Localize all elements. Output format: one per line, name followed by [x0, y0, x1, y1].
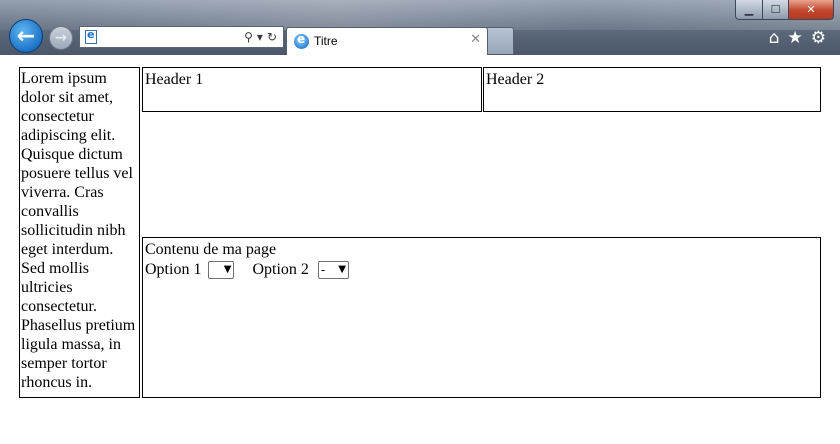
option-1-label: Option 1 [145, 261, 202, 278]
address-bar[interactable]: ⚲ ▾ ↻ [79, 26, 284, 48]
chevron-down-icon: ▼ [223, 264, 232, 275]
refresh-icon[interactable]: ↻ [267, 30, 277, 44]
back-button[interactable]: ← [9, 19, 43, 53]
minimize-button[interactable]: ▁ [735, 0, 763, 20]
tab-title: Titre [314, 34, 338, 48]
page-icon [85, 28, 97, 44]
chevron-down-icon: ▼ [338, 264, 346, 275]
search-icon[interactable]: ⚲ [244, 30, 253, 44]
home-icon[interactable]: ⌂ [769, 28, 780, 48]
option-2-select[interactable]: - ▼ [317, 260, 349, 279]
forward-button[interactable]: → [49, 26, 73, 50]
main-content: Contenu de ma page Option 1 ▼ Option 2 -… [142, 237, 821, 398]
page-content: Lorem ipsum dolor sit amet, consectetur … [0, 55, 840, 444]
back-arrow-icon: ← [16, 23, 36, 49]
favorites-star-icon[interactable]: ★ [788, 28, 803, 48]
window-controls: ▁ ☐ ✕ [735, 0, 834, 20]
header-2-text: Header 2 [486, 71, 545, 88]
tab-close-icon[interactable]: ✕ [470, 32, 481, 47]
browser-toolbar: ⌂ ★ ⚙ [769, 28, 826, 48]
header-1-text: Header 1 [145, 71, 204, 88]
option-1-select[interactable]: ▼ [208, 260, 235, 279]
sidebar-text: Lorem ipsum dolor sit amet, consectetur … [21, 70, 136, 391]
forward-arrow-icon: → [55, 30, 67, 46]
maximize-button[interactable]: ☐ [763, 0, 789, 20]
option-2-label: Option 2 [252, 261, 309, 278]
header-1: Header 1 [142, 67, 482, 112]
tab-titre[interactable]: Titre ✕ [286, 27, 488, 55]
close-window-button[interactable]: ✕ [789, 0, 834, 20]
options-row: Option 1 ▼ Option 2 - ▼ [145, 260, 820, 279]
gear-icon[interactable]: ⚙ [811, 28, 826, 48]
sidebar: Lorem ipsum dolor sit amet, consectetur … [19, 67, 140, 398]
header-2: Header 2 [483, 67, 821, 112]
address-input[interactable] [102, 28, 222, 46]
ie-icon [294, 32, 309, 49]
dropdown-icon[interactable]: ▾ [257, 30, 263, 44]
address-tools: ⚲ ▾ ↻ [244, 28, 277, 46]
browser-chrome: ▁ ☐ ✕ ← → ⚲ ▾ ↻ Titre ✕ ⌂ ★ ⚙ [0, 0, 840, 55]
option-2-value: - [320, 262, 326, 277]
content-title: Contenu de ma page [145, 241, 277, 258]
